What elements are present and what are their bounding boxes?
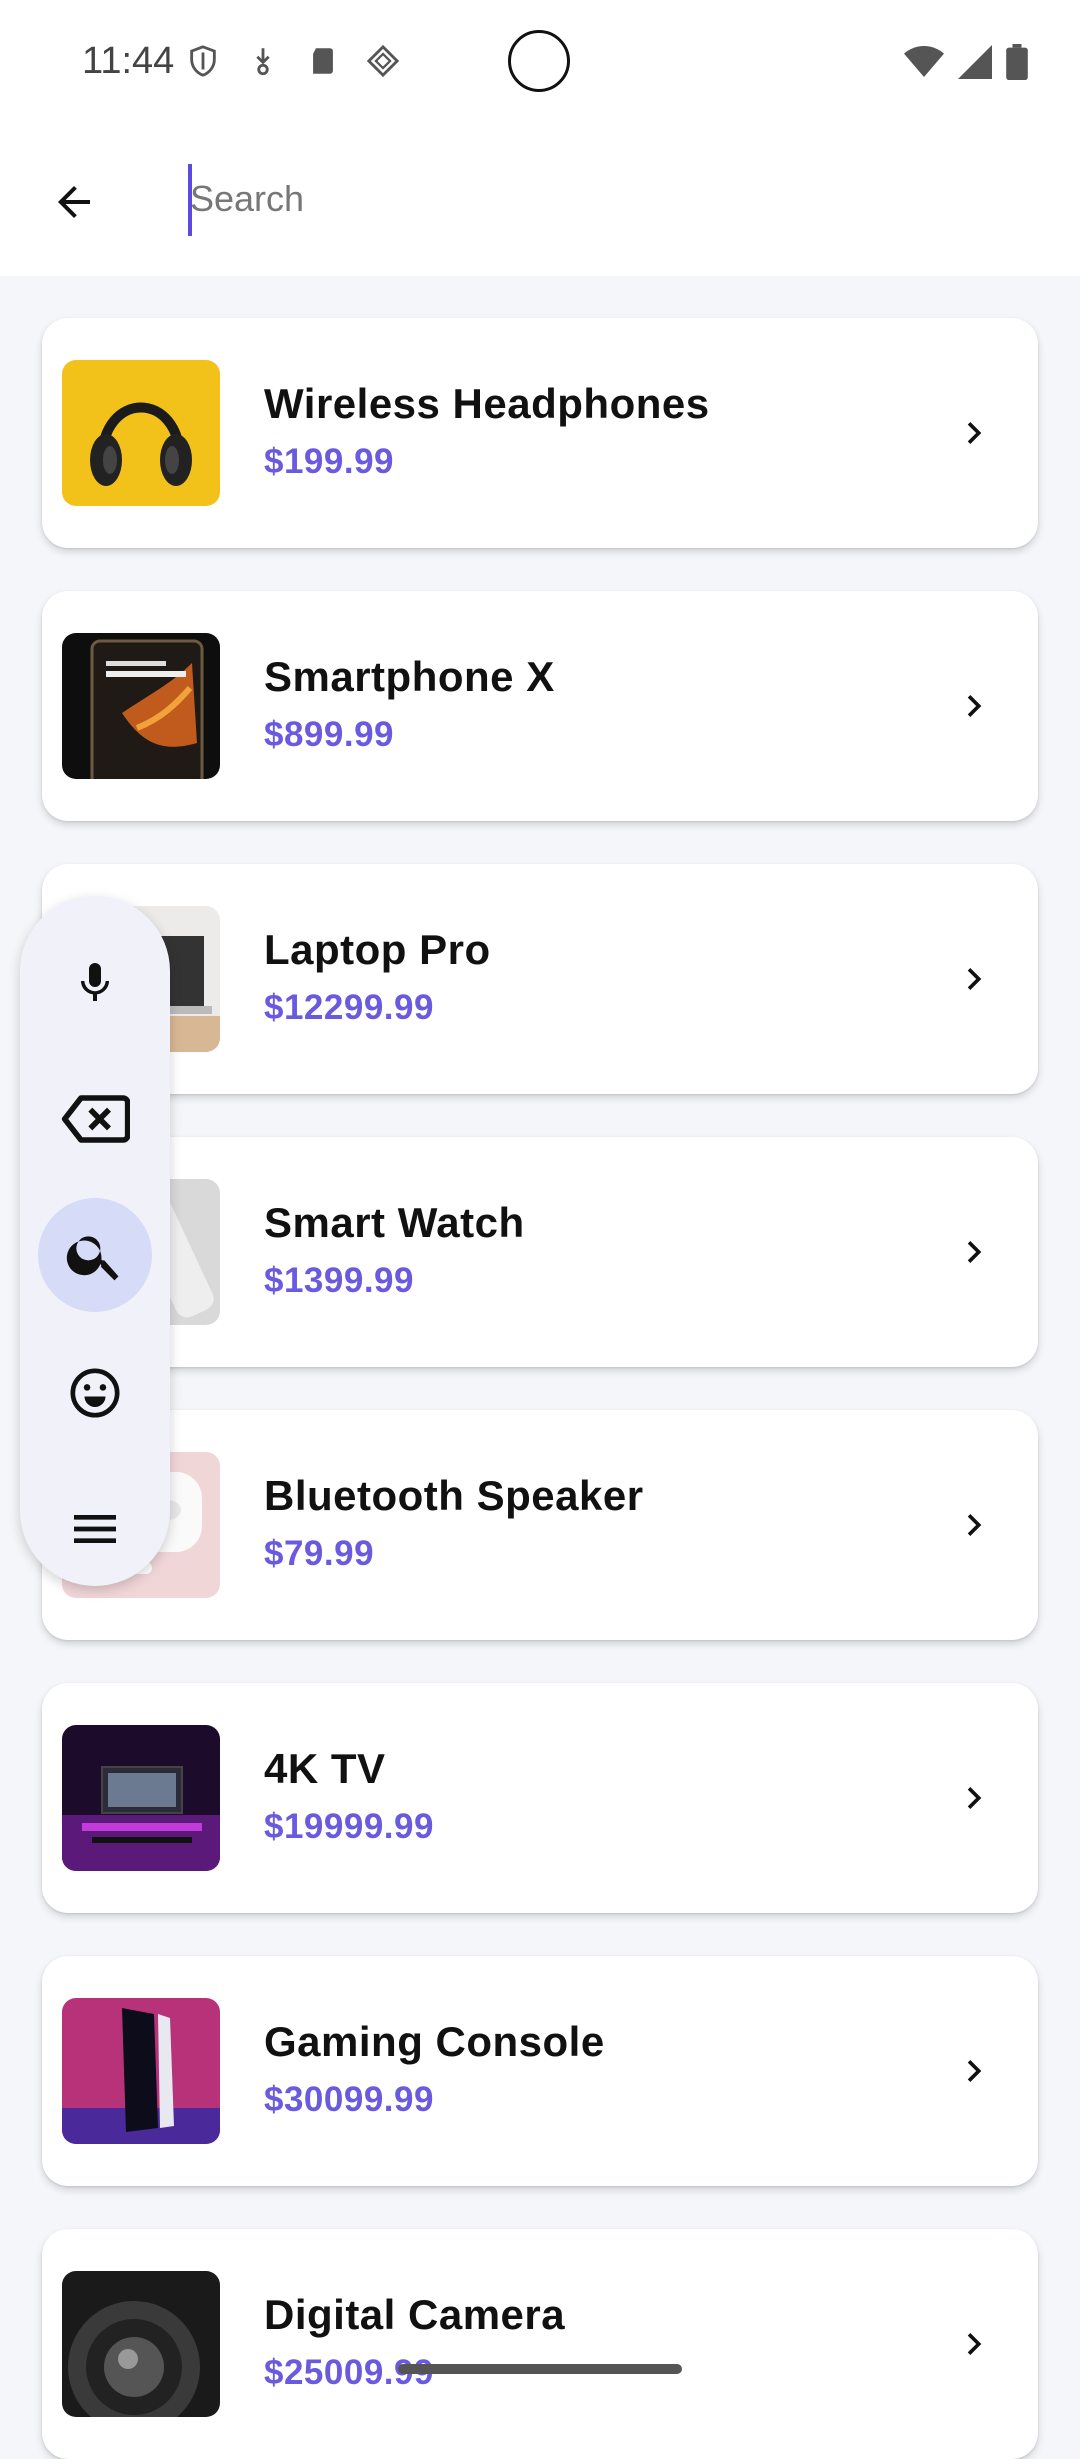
- chevron-right-icon: [944, 949, 1004, 1009]
- backspace-icon: [61, 1095, 130, 1143]
- emoji-button[interactable]: [38, 1336, 152, 1450]
- battery-icon: [1006, 44, 1028, 85]
- product-image-headphones: [62, 360, 220, 506]
- product-image-console: [62, 1998, 220, 2144]
- text-cursor: [188, 164, 192, 236]
- search-icon: [66, 1236, 119, 1281]
- menu-icon: [74, 1515, 116, 1543]
- product-name: Smartphone X: [264, 653, 555, 700]
- microphone-icon: [81, 963, 109, 1001]
- product-price: $1399.99: [264, 1261, 414, 1300]
- product-name: Wireless Headphones: [264, 380, 710, 427]
- sd-card-icon: [306, 44, 340, 78]
- microphone-button[interactable]: [38, 926, 152, 1040]
- product-price: $12299.99: [264, 988, 434, 1027]
- product-card[interactable]: Smart Watch $1399.99: [42, 1137, 1038, 1367]
- wifi-icon: [904, 45, 944, 84]
- status-time: 11:44: [82, 40, 175, 82]
- product-price: $19999.99: [264, 1807, 434, 1846]
- product-card[interactable]: 4K TV $19999.99: [42, 1683, 1038, 1913]
- product-price: $30099.99: [264, 2080, 434, 2119]
- floating-toolbar: [20, 896, 170, 1586]
- backspace-button[interactable]: [38, 1062, 152, 1176]
- chevron-right-icon: [944, 2314, 1004, 2374]
- arrow-back-icon: [58, 186, 90, 218]
- product-name: Laptop Pro: [264, 926, 491, 973]
- product-image-smartphone: [62, 633, 220, 779]
- camera-cutout: [508, 30, 570, 92]
- shield-icon: [186, 44, 220, 78]
- product-price: $899.99: [264, 715, 395, 754]
- download-icon: [246, 44, 280, 78]
- product-name: Smart Watch: [264, 1199, 525, 1246]
- product-image-tv: [62, 1725, 220, 1871]
- product-card[interactable]: Digital Camera $25009.99: [42, 2229, 1038, 2459]
- search-input[interactable]: [188, 164, 1010, 234]
- chevron-right-icon: [944, 2041, 1004, 2101]
- product-name: Gaming Console: [264, 2018, 605, 2065]
- product-card[interactable]: Gaming Console $30099.99: [42, 1956, 1038, 2186]
- chevron-right-icon: [944, 1222, 1004, 1282]
- chevron-right-icon: [944, 403, 1004, 463]
- home-indicator[interactable]: [398, 2364, 682, 2374]
- product-card[interactable]: Laptop Pro $12299.99: [42, 864, 1038, 1094]
- chevron-right-icon: [944, 1495, 1004, 1555]
- status-bar: 11:44: [0, 0, 1080, 130]
- product-image-camera-lens: [62, 2271, 220, 2417]
- chevron-right-icon: [944, 1768, 1004, 1828]
- chevron-right-icon: [944, 676, 1004, 736]
- menu-button[interactable]: [38, 1472, 152, 1586]
- product-card[interactable]: Wireless Headphones $199.99: [42, 318, 1038, 548]
- product-price: $79.99: [264, 1534, 375, 1573]
- product-name: 4K TV: [264, 1745, 386, 1792]
- back-button[interactable]: [44, 172, 104, 232]
- cast-icon: [366, 44, 400, 78]
- product-name: Bluetooth Speaker: [264, 1472, 644, 1519]
- product-price: $199.99: [264, 442, 395, 481]
- product-name: Digital Camera: [264, 2291, 566, 2338]
- signal-icon: [958, 45, 992, 84]
- search-button[interactable]: [38, 1198, 152, 1312]
- search-header: [0, 130, 1080, 276]
- product-card[interactable]: Smartphone X $899.99: [42, 591, 1038, 821]
- emoji-icon: [70, 1368, 120, 1418]
- product-card[interactable]: Bluetooth Speaker $79.99: [42, 1410, 1038, 1640]
